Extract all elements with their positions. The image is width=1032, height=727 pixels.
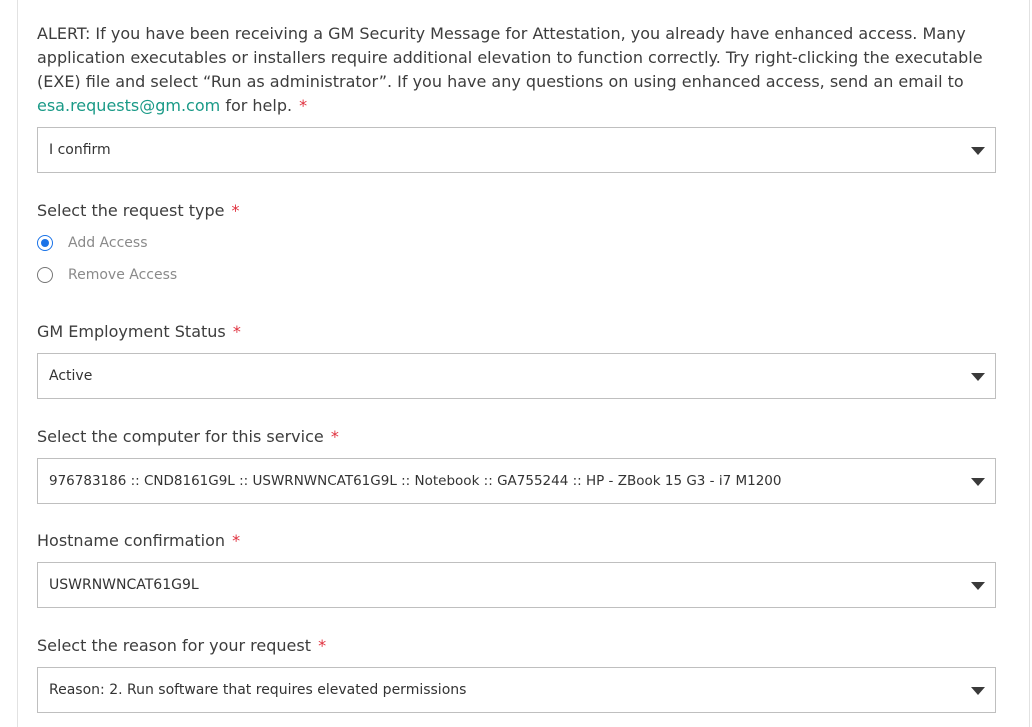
request-type-label-text: Select the request type — [37, 201, 225, 220]
dropdown-arrow-icon — [971, 478, 985, 486]
required-asterisk: * — [318, 636, 327, 655]
confirm-select[interactable]: I confirm — [37, 127, 996, 173]
dropdown-arrow-icon — [971, 147, 985, 155]
reason-label: Select the reason for your request * — [37, 635, 326, 657]
alert-text: ALERT: If you have been receiving a GM S… — [37, 24, 983, 91]
required-asterisk: * — [330, 427, 339, 446]
radio-remove-access-label: Remove Access — [68, 267, 178, 283]
hostname-label: Hostname confirmation * — [37, 530, 240, 552]
required-asterisk: * — [232, 531, 241, 550]
required-asterisk: * — [231, 201, 240, 220]
reason-select-value: Reason: 2. Run software that requires el… — [49, 682, 467, 698]
dropdown-arrow-icon — [971, 687, 985, 695]
computer-select[interactable]: 976783186 :: CND8161G9L :: USWRNWNCAT61G… — [37, 458, 996, 504]
computer-label-text: Select the computer for this service — [37, 427, 324, 446]
confirm-select-value: I confirm — [49, 142, 111, 158]
radio-button-unchecked-icon[interactable] — [37, 267, 53, 283]
hostname-select[interactable]: USWRNWNCAT61G9L — [37, 562, 996, 608]
reason-label-text: Select the reason for your request — [37, 636, 311, 655]
hostname-select-value: USWRNWNCAT61G9L — [49, 577, 199, 593]
employment-status-value: Active — [49, 368, 93, 384]
request-type-label: Select the request type * — [37, 200, 240, 222]
dropdown-arrow-icon — [971, 582, 985, 590]
computer-select-value: 976783186 :: CND8161G9L :: USWRNWNCAT61G… — [49, 473, 782, 489]
employment-status-label-text: GM Employment Status — [37, 322, 226, 341]
required-asterisk: * — [299, 96, 308, 115]
hostname-label-text: Hostname confirmation — [37, 531, 226, 550]
alert-suffix: for help. — [220, 96, 293, 115]
dropdown-arrow-icon — [971, 373, 985, 381]
reason-select[interactable]: Reason: 2. Run software that requires el… — [37, 667, 996, 713]
employment-status-label: GM Employment Status * — [37, 321, 241, 343]
radio-button-checked-icon[interactable] — [37, 235, 53, 251]
employment-status-select[interactable]: Active — [37, 353, 996, 399]
required-asterisk: * — [232, 322, 241, 341]
alert-message: ALERT: If you have been receiving a GM S… — [37, 22, 996, 118]
support-email-link[interactable]: esa.requests@gm.com — [37, 96, 220, 115]
computer-label: Select the computer for this service * — [37, 426, 339, 448]
radio-add-access-label: Add Access — [68, 235, 148, 251]
